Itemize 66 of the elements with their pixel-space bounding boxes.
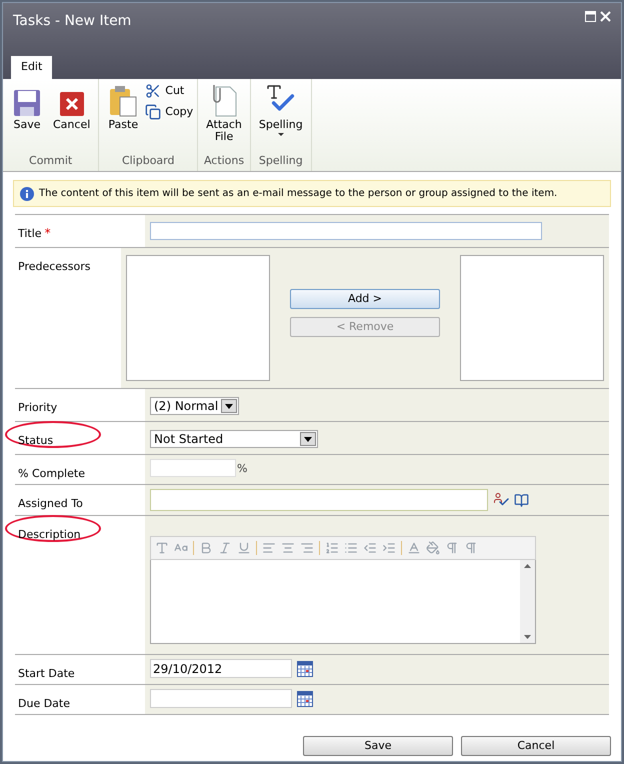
cancel-icon: [58, 91, 85, 117]
scrollbar[interactable]: [520, 560, 535, 643]
calendar-icon[interactable]: [297, 660, 313, 676]
indent-icon[interactable]: [382, 541, 396, 555]
ribbon-button[interactable]: Spelling: [254, 83, 307, 152]
people-field[interactable]: [150, 489, 488, 511]
dropdown[interactable]: (2) Normal: [150, 397, 240, 415]
ribbon-tab[interactable]: Edit: [11, 56, 52, 79]
scroll-up-icon[interactable]: [524, 564, 531, 568]
calendar-icon[interactable]: [297, 690, 313, 706]
info-icon: [20, 186, 34, 200]
ribbon-button[interactable]: Save: [7, 83, 47, 152]
rtl-icon[interactable]: [464, 541, 478, 555]
close-icon[interactable]: [600, 11, 611, 22]
form-button[interactable]: Cancel: [461, 736, 611, 756]
highlight-icon[interactable]: [426, 541, 440, 555]
ribbon-group-label: Commit: [28, 152, 74, 168]
bold-icon[interactable]: [199, 541, 213, 555]
field-label: Status: [18, 434, 54, 447]
align-right-icon[interactable]: [300, 541, 314, 555]
ribbon-button[interactable]: Copy: [145, 104, 194, 120]
date-field[interactable]: [150, 689, 292, 708]
clipboard-icon: [109, 85, 138, 117]
required-asterisk: *: [44, 226, 51, 240]
maximize-icon[interactable]: [585, 11, 596, 22]
info-message: The content of this item will be sent as an e-mail message to the person or group assigned to the item.: [39, 187, 558, 201]
ribbon-group-label: Clipboard: [120, 152, 176, 168]
field-label: Priority: [18, 401, 58, 414]
field-label: Description: [18, 528, 81, 541]
ribbon-group-label: Actions: [202, 152, 246, 168]
scroll-down-icon[interactable]: [524, 635, 531, 639]
ribbon-button[interactable]: Paste: [103, 83, 144, 152]
ribbon-button[interactable]: Cut: [145, 83, 194, 100]
date-field[interactable]: 29/10/2012: [150, 659, 292, 678]
ribbon-group-label: Spelling: [258, 152, 304, 168]
ribbon-button[interactable]: Cancel: [49, 83, 94, 152]
field-label: Predecessors: [18, 260, 90, 273]
outdent-icon[interactable]: [363, 541, 377, 555]
field-label: Title: [18, 227, 42, 240]
italic-icon[interactable]: [218, 541, 232, 555]
percent-field[interactable]: [150, 459, 236, 477]
available-list[interactable]: [126, 255, 270, 381]
field-label: Due Date: [18, 697, 70, 710]
add-button[interactable]: Add >: [290, 289, 440, 309]
text-field[interactable]: [150, 222, 542, 240]
ribbon-button[interactable]: Attach File: [202, 83, 246, 152]
numbered-list-icon[interactable]: [325, 541, 339, 555]
align-left-icon[interactable]: [262, 541, 276, 555]
scissors-icon: [145, 83, 162, 100]
font-icon[interactable]: [155, 541, 169, 555]
underline-icon[interactable]: [237, 541, 251, 555]
window-title: Tasks - New Item: [13, 12, 132, 31]
check-names-icon[interactable]: [492, 492, 510, 508]
copy-icon: [145, 104, 162, 120]
selected-list[interactable]: [460, 255, 604, 381]
field-label: Start Date: [18, 667, 75, 680]
ltr-icon[interactable]: [445, 541, 459, 555]
bullet-list-icon[interactable]: [344, 541, 358, 555]
align-center-icon[interactable]: [281, 541, 295, 555]
form-button[interactable]: Save: [303, 736, 453, 756]
field-label: % Complete: [18, 467, 85, 480]
percent-sign: %: [237, 460, 248, 476]
text-color-icon[interactable]: [407, 541, 421, 555]
dropdown[interactable]: Not Started: [150, 430, 318, 448]
address-book-icon[interactable]: [514, 492, 529, 508]
field-label: Assigned To: [18, 497, 83, 510]
